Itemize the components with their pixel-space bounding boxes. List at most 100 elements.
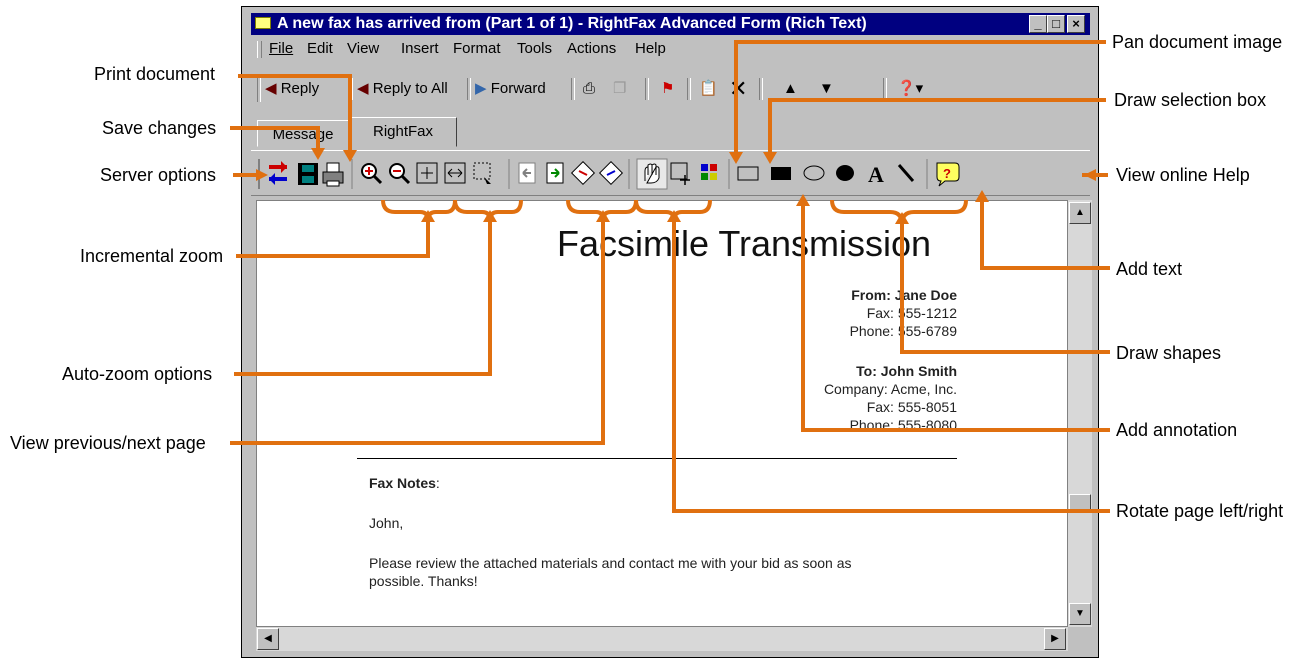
fax-to-fax: Fax: 555-8051 bbox=[866, 399, 957, 415]
callout-add-annotation: Add annotation bbox=[1116, 420, 1238, 440]
callout-rotate: Rotate page left/right bbox=[1116, 501, 1284, 521]
reply-button[interactable]: ◀ Reply bbox=[265, 76, 319, 102]
filled-ellipse-icon[interactable] bbox=[836, 165, 854, 181]
fax-title: Facsimile Transmission bbox=[557, 223, 932, 264]
callout-save-changes: Save changes bbox=[102, 118, 217, 138]
callout-incremental-zoom: Incremental zoom bbox=[80, 246, 224, 266]
reply-all-icon: ◀ bbox=[357, 80, 369, 97]
rightfax-toolbar-icons: A ? bbox=[258, 158, 960, 190]
text-tool-icon[interactable]: A bbox=[868, 162, 884, 187]
callout-add-text: Add text bbox=[1116, 259, 1183, 279]
previous-page-icon[interactable] bbox=[518, 162, 536, 184]
rightfax-toolbar: A ? bbox=[251, 150, 1090, 196]
fit-width-icon[interactable] bbox=[444, 162, 466, 184]
tab-message[interactable]: Message bbox=[257, 120, 349, 147]
forward-icon: ▶ bbox=[475, 80, 487, 97]
flag-icon[interactable]: ⚑ bbox=[661, 76, 674, 102]
rectangle-shape-icon[interactable] bbox=[737, 166, 759, 181]
fit-selection-icon[interactable] bbox=[473, 162, 491, 184]
close-button[interactable]: × bbox=[1067, 15, 1085, 33]
horizontal-scrollbar[interactable]: ◀ ▶ bbox=[256, 627, 1068, 651]
fit-page-icon[interactable] bbox=[416, 162, 438, 184]
menu-insert[interactable]: Insert bbox=[401, 37, 439, 61]
previous-item-icon[interactable]: ▲ bbox=[783, 76, 798, 102]
callout-view-help: View online Help bbox=[1116, 165, 1250, 185]
standard-toolbar: ◀ Reply ◀ Reply to All ▶ Forward ⎙ ❐ ⚑ 📋… bbox=[251, 72, 1090, 108]
callout-draw-shapes: Draw shapes bbox=[1116, 343, 1222, 363]
scroll-right-arrow-icon[interactable]: ▶ bbox=[1044, 628, 1066, 650]
scroll-thumb[interactable] bbox=[1069, 494, 1091, 512]
zoom-out-icon[interactable] bbox=[389, 163, 411, 185]
delete-icon[interactable]: ✕ bbox=[729, 76, 747, 102]
fax-from-phone: Phone: 555-6789 bbox=[849, 323, 957, 339]
copy-toolbar-icon[interactable]: ❐ bbox=[613, 76, 626, 102]
fax-to-phone: Phone: 555-8080 bbox=[849, 417, 957, 433]
separator bbox=[759, 78, 763, 100]
fax-greeting: John, bbox=[369, 515, 404, 531]
menu-help[interactable]: Help bbox=[635, 37, 666, 61]
fax-notes-heading: Fax Notes: bbox=[369, 475, 440, 491]
window-title: A new fax has arrived from (Part 1 of 1)… bbox=[277, 15, 867, 32]
menu-edit[interactable]: Edit bbox=[307, 37, 333, 61]
reply-all-button[interactable]: ◀ Reply to All bbox=[357, 76, 448, 102]
separator bbox=[645, 78, 649, 100]
fax-document-view[interactable]: Facsimile Transmission From: Jane Doe Fa… bbox=[256, 200, 1068, 627]
menu-tools[interactable]: Tools bbox=[517, 37, 552, 61]
forward-button[interactable]: ▶ Forward bbox=[475, 76, 546, 102]
help-dropdown-icon[interactable]: ❓▾ bbox=[897, 76, 923, 102]
help-icon[interactable]: ? bbox=[936, 162, 960, 187]
scroll-up-arrow-icon[interactable]: ▲ bbox=[1069, 202, 1091, 224]
reply-label: Reply bbox=[280, 80, 320, 97]
toolbar-grip bbox=[257, 76, 261, 102]
menu-file[interactable]: File bbox=[269, 37, 293, 61]
title-bar[interactable]: A new fax has arrived from (Part 1 of 1)… bbox=[251, 13, 1090, 35]
callout-print-document: Print document bbox=[94, 64, 216, 84]
maximize-button[interactable]: □ bbox=[1047, 15, 1065, 33]
save-icon[interactable] bbox=[298, 163, 318, 185]
rotate-right-icon[interactable] bbox=[598, 160, 624, 186]
tab-strip: Message RightFax bbox=[251, 116, 1090, 147]
vertical-scrollbar[interactable]: ▲ ▼ bbox=[1068, 200, 1092, 627]
separator bbox=[883, 78, 887, 100]
filled-rectangle-icon[interactable] bbox=[771, 167, 791, 180]
pan-hand-icon[interactable] bbox=[636, 158, 668, 190]
forward-label: Forward bbox=[490, 80, 546, 97]
callout-pan: Pan document image bbox=[1112, 32, 1283, 52]
fax-body-line2: possible. Thanks! bbox=[369, 573, 478, 589]
ellipse-shape-icon[interactable] bbox=[803, 165, 825, 181]
svg-text:A: A bbox=[868, 162, 884, 187]
divider bbox=[357, 458, 957, 459]
fax-to: To: John Smith bbox=[856, 363, 957, 379]
server-options-icon[interactable] bbox=[269, 161, 287, 185]
print-icon[interactable] bbox=[322, 162, 344, 187]
menu-view[interactable]: View bbox=[347, 37, 379, 61]
scroll-down-arrow-icon[interactable]: ▼ bbox=[1069, 603, 1091, 625]
fax-company: Company: Acme, Inc. bbox=[823, 381, 957, 397]
minimize-button[interactable]: _ bbox=[1029, 15, 1047, 33]
move-folder-icon[interactable]: 📋 bbox=[699, 76, 718, 102]
tab-rightfax[interactable]: RightFax bbox=[349, 117, 457, 147]
menu-actions[interactable]: Actions bbox=[567, 37, 616, 61]
callout-prev-next-page: View previous/next page bbox=[10, 433, 206, 453]
scroll-left-arrow-icon[interactable]: ◀ bbox=[257, 628, 279, 650]
line-tool-icon[interactable] bbox=[897, 164, 915, 182]
callout-auto-zoom: Auto-zoom options bbox=[62, 364, 213, 384]
menu-grip bbox=[257, 41, 262, 58]
selection-box-icon[interactable] bbox=[670, 162, 690, 185]
reply-icon: ◀ bbox=[265, 80, 277, 97]
separator bbox=[467, 78, 471, 100]
separator bbox=[349, 78, 353, 100]
fax-from: From: Jane Doe bbox=[851, 287, 957, 303]
fax-body-line1: Please review the attached materials and… bbox=[369, 555, 852, 571]
annotation-icon[interactable] bbox=[701, 164, 717, 180]
print-toolbar-icon[interactable]: ⎙ bbox=[583, 76, 595, 102]
svg-text:?: ? bbox=[943, 166, 951, 181]
callout-draw-selection: Draw selection box bbox=[1114, 90, 1267, 110]
fax-from-fax: Fax: 555-1212 bbox=[866, 305, 957, 321]
zoom-in-icon[interactable] bbox=[361, 163, 383, 185]
separator bbox=[687, 78, 691, 100]
next-page-icon[interactable] bbox=[546, 162, 564, 184]
menu-format[interactable]: Format bbox=[453, 37, 501, 61]
rotate-left-icon[interactable] bbox=[570, 160, 596, 186]
next-item-icon[interactable]: ▼ bbox=[819, 76, 834, 102]
